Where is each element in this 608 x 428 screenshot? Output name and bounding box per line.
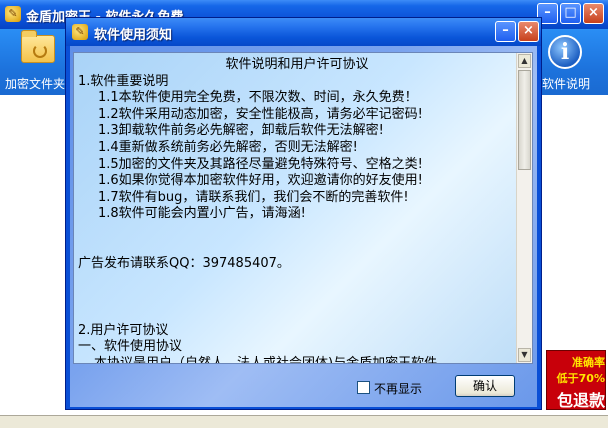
notice-dialog: ✎ 软件使用须知 – × 软件说明和用户许可协议 1.软件重要说明 1.1本软件… — [65, 17, 542, 410]
section2-title: 2.用户许可协议 — [78, 322, 169, 338]
agreement-text-box[interactable]: 软件说明和用户许可协议 1.软件重要说明 1.1本软件使用完全免费，不限次数、时… — [73, 52, 533, 364]
dont-show-checkbox[interactable] — [357, 381, 370, 394]
folder-lock-icon — [21, 30, 55, 63]
scroll-down-arrow-icon[interactable]: ▼ — [518, 348, 531, 362]
scroll-up-arrow-icon[interactable]: ▲ — [518, 54, 531, 68]
ad-line2: 低于70% — [556, 372, 605, 385]
section2-subtitle: 一、软件使用协议 — [78, 339, 183, 355]
section2-text: 本协议是用户（自然人、法人或社会团体)与金盾加密王软件 — [94, 355, 438, 364]
scroll-thumb[interactable] — [518, 70, 531, 170]
dialog-minimize-button[interactable]: – — [495, 21, 516, 42]
close-button[interactable]: × — [583, 3, 604, 24]
agreement-text: 软件说明和用户许可协议 1.软件重要说明 1.1本软件使用完全免费，不限次数、时… — [78, 57, 516, 364]
notice-item: 1.7软件有bug，请联系我们，我们会不断的完善软件! — [98, 189, 409, 205]
dialog-title: 软件使用须知 — [94, 28, 173, 43]
agreement-heading: 软件说明和用户许可协议 — [225, 57, 369, 72]
notice-item: 1.2软件采用动态加密，安全性能极高，请务必牢记密码! — [98, 106, 423, 122]
ad-banner[interactable]: 准确率 低于70% 包退款 — [546, 350, 606, 410]
ad-line1: 准确率 — [572, 356, 605, 369]
notice-item: 1.8软件可能会内置小广告，请海涵! — [98, 206, 306, 222]
info-icon: i — [548, 35, 582, 69]
dialog-close-button[interactable]: × — [518, 21, 539, 42]
dont-show-label: 不再显示 — [374, 382, 423, 396]
notice-item: 1.5加密的文件夹及其路径尽量避免特殊符号、空格之类! — [98, 156, 423, 172]
confirm-button[interactable]: 确认 — [455, 375, 515, 397]
encrypt-folder-tool[interactable]: 加密文件夹 — [0, 29, 70, 95]
status-bar — [0, 415, 608, 428]
notice-item: 1.3卸载软件前务必先解密，卸载后软件无法解密! — [98, 123, 384, 139]
notice-item: 1.6如果你觉得本加密软件好用，欢迎邀请你的好友使用! — [98, 173, 423, 189]
ad-contact-qq: 广告发布请联系QQ：397485407。 — [78, 255, 290, 271]
ad-line3: 包退款 — [556, 391, 605, 410]
dialog-title-bar[interactable]: ✎ 软件使用须知 – × — [66, 18, 541, 46]
encrypt-folder-label: 加密文件夹 — [4, 77, 65, 91]
notice-item: 1.1本软件使用完全免费，不限次数、时间，永久免费！ — [98, 90, 418, 106]
dialog-client-area: 软件说明和用户许可协议 1.软件重要说明 1.1本软件使用完全免费，不限次数、时… — [70, 46, 537, 407]
notice-item: 1.4重新做系统前务必先解密，否则无法解密! — [98, 139, 358, 155]
maximize-button[interactable]: □ — [560, 3, 581, 24]
app-icon: ✎ — [5, 6, 21, 22]
section1-title: 1.软件重要说明 — [78, 73, 169, 89]
dialog-app-icon: ✎ — [72, 24, 88, 40]
vertical-scrollbar[interactable]: ▲ ▼ — [516, 53, 532, 363]
